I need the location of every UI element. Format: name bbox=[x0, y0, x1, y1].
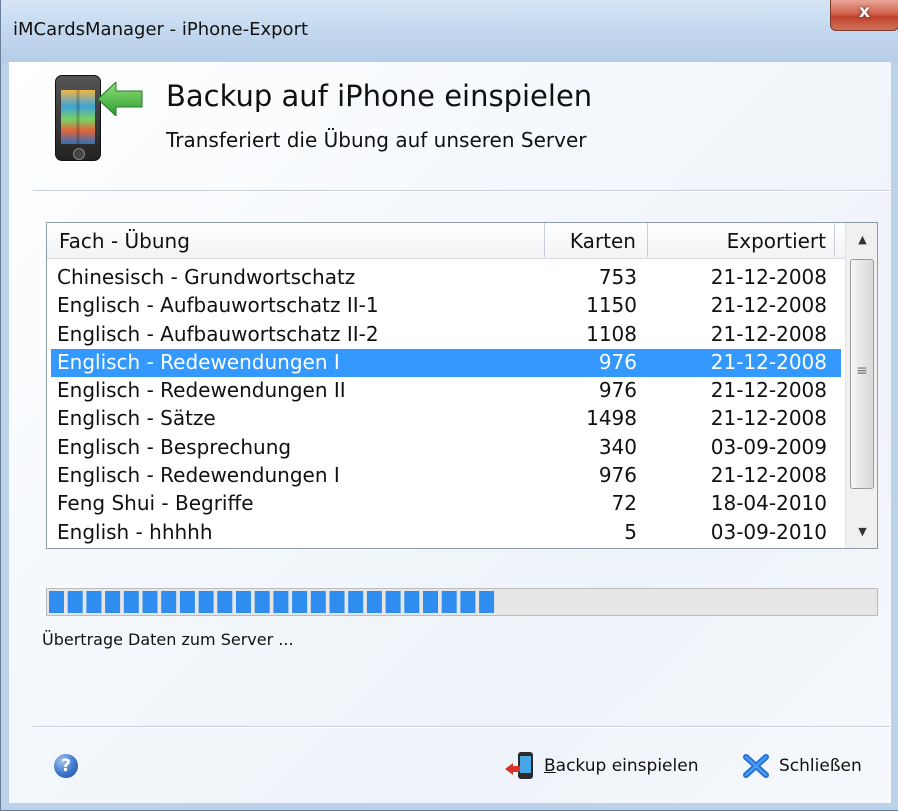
close-x-icon bbox=[743, 754, 769, 778]
row-cards: 976 bbox=[598, 378, 637, 403]
row-subject: Englisch - Redewendungen I bbox=[57, 463, 340, 488]
progress-segment bbox=[423, 591, 438, 613]
progress-segment bbox=[67, 591, 83, 613]
green-arrow-icon bbox=[98, 82, 143, 116]
progress-segment bbox=[460, 591, 476, 613]
row-cards: 1498 bbox=[586, 406, 637, 431]
list-row[interactable]: Englisch - Sätze 1498 21-12-2008 bbox=[51, 405, 841, 433]
progress-fill bbox=[49, 591, 495, 613]
scroll-up-arrow-icon[interactable]: ▲ bbox=[846, 223, 877, 256]
row-cards: 976 bbox=[598, 463, 637, 488]
list-row[interactable]: Feng Shui - Begriffe 72 18-04-2010 bbox=[51, 490, 841, 518]
window-close-button[interactable]: x bbox=[830, 0, 898, 31]
help-icon[interactable]: ? bbox=[54, 754, 78, 778]
progress-segment bbox=[254, 591, 270, 613]
progress-segment bbox=[161, 591, 177, 613]
row-subject: Englisch - Sätze bbox=[57, 406, 216, 431]
phone-export-icon bbox=[505, 752, 533, 779]
list-row-selected[interactable]: Englisch - Redewendungen I 976 21-12-2008 bbox=[51, 348, 841, 378]
row-exported: 03-09-2010 bbox=[710, 519, 827, 544]
column-header-exported[interactable]: Exportiert bbox=[647, 223, 835, 257]
progress-segment bbox=[49, 591, 64, 613]
row-subject: Englisch - Aufbauwortschatz II-1 bbox=[57, 293, 379, 318]
row-subject: Englisch - Besprechung bbox=[57, 434, 292, 459]
list-row[interactable]: Englisch - Redewendungen II 976 21-12-2008 bbox=[51, 377, 841, 405]
row-subject: Feng Shui - Begriffe bbox=[57, 491, 254, 516]
list-row[interactable]: Englisch - Aufbauwortschatz II-1 1150 21-1… bbox=[51, 292, 841, 320]
list-row[interactable]: Englisch - Besprechung 340 03-09-2009 bbox=[51, 434, 841, 462]
iphone-home-button bbox=[73, 148, 85, 160]
progress-segment bbox=[310, 591, 326, 613]
list-rows: Chinesisch - Grundwortschatz 753 21-12-200… bbox=[51, 264, 841, 547]
column-header-cards[interactable]: Karten bbox=[544, 223, 646, 257]
list-scrollbar[interactable]: ▲ ≡ ▼ bbox=[845, 223, 877, 548]
row-cards: 753 bbox=[598, 265, 637, 289]
exercise-list[interactable]: Fach - Übung Karten Exportiert Chinesisc… bbox=[46, 222, 878, 549]
progress-segment bbox=[142, 591, 158, 613]
row-exported: 21-12-2008 bbox=[710, 265, 827, 289]
row-subject: Chinesisch - Grundwortschatz bbox=[57, 265, 356, 289]
column-header-subject[interactable]: Fach - Übung bbox=[59, 223, 539, 257]
row-exported: 21-12-2008 bbox=[710, 463, 827, 488]
progress-segment bbox=[236, 591, 251, 613]
upload-progress-bar bbox=[46, 588, 878, 616]
title-bar: iMCardsManager - iPhone-Export x bbox=[1, 0, 898, 62]
list-header: Fach - Übung Karten Exportiert bbox=[47, 223, 845, 259]
row-cards: 976 bbox=[598, 349, 637, 374]
row-cards: 72 bbox=[611, 491, 637, 516]
row-exported: 03-09-2009 bbox=[710, 434, 827, 459]
scroll-grip-icon: ≡ bbox=[856, 363, 868, 379]
backup-button-label: Backup einspielen bbox=[544, 756, 699, 776]
row-exported: 21-12-2008 bbox=[710, 349, 827, 374]
row-cards: 340 bbox=[598, 434, 637, 459]
list-row[interactable]: Englisch - Redewendungen I 976 21-12-2008 bbox=[51, 462, 841, 490]
progress-segment bbox=[385, 591, 401, 613]
window-title: iMCardsManager - iPhone-Export bbox=[13, 19, 309, 40]
export-dialog: iMCardsManager - iPhone-Export x Backup … bbox=[0, 0, 898, 811]
progress-segment bbox=[348, 591, 364, 613]
row-exported: 21-12-2008 bbox=[710, 406, 827, 431]
close-glyph: x bbox=[859, 2, 870, 22]
progress-segment bbox=[123, 591, 139, 613]
row-cards: 1108 bbox=[586, 321, 637, 346]
row-subject: English - hhhhh bbox=[57, 519, 213, 544]
scroll-down-arrow-icon[interactable]: ▼ bbox=[846, 515, 877, 548]
progress-segment bbox=[86, 591, 102, 613]
row-exported: 21-12-2008 bbox=[710, 321, 827, 346]
row-exported: 18-04-2010 bbox=[710, 491, 827, 516]
progress-segment bbox=[479, 591, 495, 613]
row-exported: 21-12-2008 bbox=[710, 378, 827, 403]
progress-segment bbox=[198, 591, 214, 613]
list-row[interactable]: Chinesisch - Grundwortschatz 753 21-12-200… bbox=[51, 264, 841, 292]
iphone-screen bbox=[61, 90, 95, 144]
row-subject: Englisch - Redewendungen I bbox=[57, 349, 340, 374]
progress-segment bbox=[105, 591, 121, 613]
progress-segment bbox=[217, 591, 233, 613]
header-subtitle: Transferiert die Übung auf unseren Serve… bbox=[166, 128, 587, 152]
row-exported: 21-12-2008 bbox=[710, 293, 827, 318]
row-cards: 1150 bbox=[586, 293, 637, 318]
header-title: Backup auf iPhone einspielen bbox=[166, 79, 593, 113]
progress-segment bbox=[441, 591, 457, 613]
footer-divider bbox=[33, 726, 890, 728]
status-text: Übertrage Daten zum Server ... bbox=[42, 630, 294, 649]
row-cards: 5 bbox=[624, 519, 637, 544]
row-subject: Englisch - Aufbauwortschatz II-2 bbox=[57, 321, 379, 346]
row-subject: Englisch - Redewendungen II bbox=[57, 378, 346, 403]
list-row[interactable]: Englisch - Aufbauwortschatz II-2 1108 21-1… bbox=[51, 321, 841, 349]
progress-segment bbox=[366, 591, 382, 613]
backup-upload-button[interactable]: Backup einspielen bbox=[504, 744, 714, 788]
close-button-label: Schließen bbox=[779, 756, 862, 776]
list-row[interactable]: English - hhhhh 5 03-09-2010 bbox=[51, 519, 841, 547]
progress-segment bbox=[292, 591, 308, 613]
header-divider bbox=[33, 190, 890, 192]
progress-segment bbox=[329, 591, 345, 613]
iphone-icon bbox=[55, 75, 101, 161]
progress-segment bbox=[179, 591, 195, 613]
scroll-thumb[interactable]: ≡ bbox=[850, 259, 874, 489]
progress-segment bbox=[404, 591, 420, 613]
close-button[interactable]: Schließen bbox=[739, 744, 874, 788]
progress-segment bbox=[273, 591, 289, 613]
